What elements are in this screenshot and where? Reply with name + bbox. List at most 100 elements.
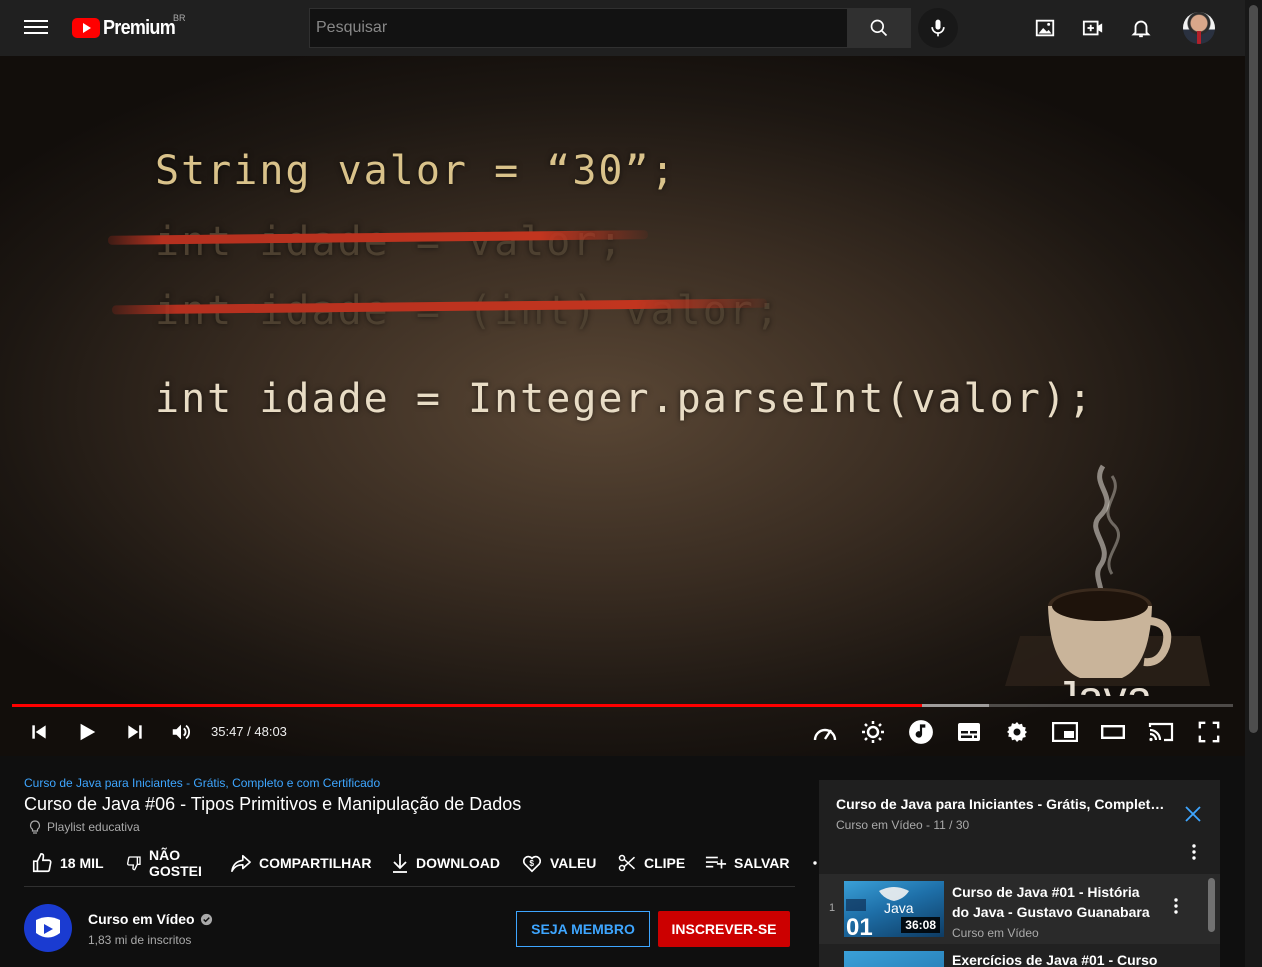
video-title: Curso de Java #06 - Tipos Primitivos e M… <box>24 794 522 814</box>
educational-badge[interactable]: Playlist educativa <box>29 820 140 834</box>
settings-button[interactable] <box>1004 719 1030 745</box>
share-icon <box>231 854 251 872</box>
fullscreen-button[interactable] <box>1196 719 1222 745</box>
playlist-add-icon <box>705 856 727 869</box>
dislike-label: NÃO GOSTEI <box>149 847 202 879</box>
code-line-1: String valor = “30”; <box>155 148 677 194</box>
theater-mode-button[interactable] <box>1100 719 1126 745</box>
playlist-item-index: 1 <box>829 902 836 914</box>
miniplayer-icon <box>1052 722 1078 742</box>
play-icon <box>80 723 96 741</box>
educational-badge-label: Playlist educativa <box>47 820 140 834</box>
music-button[interactable] <box>907 719 935 745</box>
subscribe-button[interactable]: INSCREVER-SE <box>658 911 790 947</box>
playlist-item-channel: Curso em Vídeo <box>952 926 1039 940</box>
subtitles-button[interactable] <box>956 719 982 745</box>
region-code: BR <box>173 13 186 23</box>
thumbs-down-icon <box>127 856 141 871</box>
theater-icon <box>1101 725 1125 739</box>
next-button[interactable] <box>122 719 148 745</box>
ambient-mode-button[interactable] <box>860 719 886 745</box>
download-label: DOWNLOAD <box>416 855 500 871</box>
playlist-item-thumbnail[interactable]: Java 01 36:08 <box>844 881 944 937</box>
clip-label: CLIPE <box>644 855 686 871</box>
channel-name-text: Curso em Vídeo <box>88 911 195 927</box>
playlist-item[interactable]: Exercícios de Java #01 - Curso <box>819 944 1220 967</box>
sun-gear-icon <box>862 721 884 743</box>
thanks-label: VALEU <box>550 855 597 871</box>
save-label: SALVAR <box>734 855 790 871</box>
speedometer-icon <box>813 728 837 741</box>
share-button[interactable]: COMPARTILHAR <box>230 845 372 881</box>
create-button[interactable] <box>1081 16 1105 40</box>
thumbnail-number: 01 <box>846 914 873 937</box>
channel-logo-icon <box>36 917 60 938</box>
lightbulb-icon <box>29 820 41 834</box>
dislike-label-line-2: GOSTEI <box>149 863 202 879</box>
like-count: 18 MIL <box>60 855 104 871</box>
dislike-label-line-1: NÃO <box>149 847 181 863</box>
search-input[interactable] <box>309 8 848 48</box>
close-playlist-button[interactable] <box>1183 804 1203 824</box>
subtitles-icon <box>958 723 980 741</box>
scrollbar-thumb[interactable] <box>1249 5 1258 733</box>
playlist-subtitle: Curso em Vídeo - 11 / 30 <box>836 818 970 832</box>
dislike-button[interactable]: NÃO GOSTEI <box>126 845 202 881</box>
like-button[interactable]: 18 MIL <box>31 845 104 881</box>
miniplayer-button[interactable] <box>1051 719 1079 745</box>
volume-button[interactable] <box>168 719 194 745</box>
playlist-item-thumbnail[interactable] <box>844 951 944 967</box>
menu-icon[interactable] <box>24 17 48 39</box>
clip-button[interactable]: CLIPE <box>617 845 685 881</box>
share-label: COMPARTILHAR <box>259 855 372 871</box>
thanks-button[interactable]: $ VALEU <box>521 845 596 881</box>
video-add-icon <box>1082 20 1103 36</box>
fullscreen-icon <box>1198 721 1220 743</box>
playlist-menu-button[interactable] <box>1184 842 1204 862</box>
playback-speed-button[interactable] <box>811 719 839 745</box>
search-button[interactable] <box>847 8 911 48</box>
page-scrollbar[interactable] <box>1245 0 1262 967</box>
playlist-item[interactable]: 1 Java 01 36:08 Curso de Java #01 - Hist… <box>819 874 1220 944</box>
playlist-title[interactable]: Curso de Java para Iniciantes - Grátis, … <box>836 796 1166 812</box>
progress-bar[interactable] <box>12 704 1233 707</box>
masthead: Premium BR <box>0 0 1245 56</box>
java-coffee-cup-image: Java <box>1005 464 1210 696</box>
playlist-item-title: Curso de Java #01 - História do Java - G… <box>952 884 1150 920</box>
playlist-item-menu-button[interactable] <box>1166 896 1186 916</box>
channel-avatar[interactable] <box>24 904 72 952</box>
divider <box>24 886 795 887</box>
playlist-link[interactable]: Curso de Java para Iniciantes - Grátis, … <box>24 776 380 790</box>
skip-previous-icon <box>32 725 46 739</box>
volume-icon <box>172 724 190 740</box>
youtube-logo-icon <box>72 18 100 38</box>
youtube-premium-logo[interactable]: Premium <box>72 16 183 40</box>
more-vertical-icon <box>1174 898 1178 914</box>
playlist-item-title: Exercícios de Java #01 - Curso <box>952 952 1158 967</box>
channel-name[interactable]: Curso em Vídeo <box>88 911 213 927</box>
cast-icon <box>1148 722 1174 742</box>
cast-button[interactable] <box>1147 719 1175 745</box>
image-icon <box>1035 19 1055 37</box>
account-avatar[interactable] <box>1183 12 1215 44</box>
scissors-icon <box>618 854 636 872</box>
download-icon <box>393 854 407 873</box>
video-player[interactable]: String valor = “30”; int idade = valor; … <box>0 56 1245 756</box>
super-thanks-icon: $ <box>522 855 542 873</box>
subscriber-count: 1,83 mi de inscritos <box>88 933 192 947</box>
save-button[interactable]: SALVAR <box>705 845 789 881</box>
play-button[interactable] <box>74 719 100 745</box>
notifications-button[interactable] <box>1129 16 1153 40</box>
logo-text: Premium <box>103 16 176 39</box>
download-button[interactable]: DOWNLOAD <box>391 845 500 881</box>
search-icon <box>870 19 888 37</box>
gallery-button[interactable] <box>1033 16 1057 40</box>
skip-next-icon <box>128 725 142 739</box>
voice-search-button[interactable] <box>918 8 958 48</box>
thumbnail-java-text: Java <box>884 900 914 916</box>
playlist-scrollbar-thumb[interactable] <box>1208 878 1215 932</box>
gear-icon <box>1007 722 1027 742</box>
previous-button[interactable] <box>26 719 52 745</box>
join-membership-button[interactable]: SEJA MEMBRO <box>516 911 650 947</box>
svg-text:$: $ <box>529 859 534 868</box>
